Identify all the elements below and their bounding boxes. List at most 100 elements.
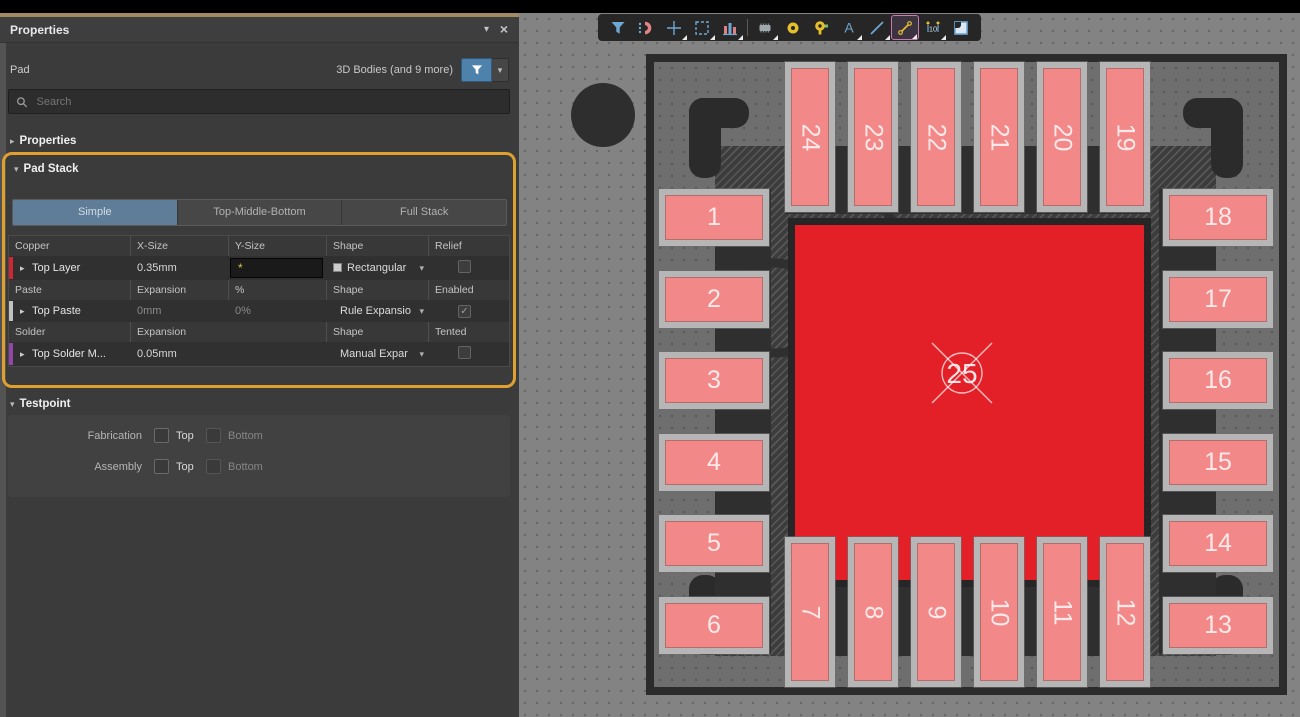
panel-close-icon[interactable]: × [500,17,508,42]
paste-percent-value[interactable]: 0% [228,300,326,322]
pad-number: 17 [1204,285,1232,314]
pad-number: 19 [1111,123,1140,151]
fabrication-bottom-checkbox[interactable] [206,428,221,443]
collapsed-arrow-icon: ▸ [10,136,15,146]
solder-expansion-value[interactable]: 0.05mm [130,342,326,366]
pad-4[interactable]: 4 [659,434,769,491]
solder-shape-select[interactable]: Manual Expar▾ [326,342,428,366]
pad-number: 5 [707,529,721,558]
filter-button[interactable] [461,58,492,82]
pad-7[interactable]: 7 [785,537,835,687]
copper-shape-select[interactable]: Rectangular▾ [326,256,428,280]
pad-number: 8 [859,605,888,619]
y-size-input[interactable]: * [230,258,323,278]
copper-top-layer-row[interactable]: ▸ Top Layer 0.35mm * Rectangular▾ [9,256,509,280]
expand-row-icon[interactable]: ▸ [20,256,25,280]
expand-row-icon[interactable]: ▸ [20,300,25,322]
tented-checkbox[interactable] [458,346,471,359]
pad-number: 18 [1204,203,1232,232]
pad-24[interactable]: 24 [785,62,835,212]
relief-checkbox[interactable] [458,260,471,273]
crosshair-guide-icon[interactable] [660,15,688,40]
window-top-strip [0,0,1300,13]
fiducial-circle [571,83,635,147]
filter-icon[interactable] [604,15,632,40]
pad-number: 6 [707,611,721,640]
pad-15[interactable]: 15 [1163,434,1273,491]
assembly-bottom-checkbox[interactable] [206,459,221,474]
filter-dropdown-button[interactable]: ▾ [492,58,509,82]
pad-number: 23 [859,123,888,151]
pad-21[interactable]: 21 [974,62,1024,212]
selection-box-icon[interactable] [688,15,716,40]
lead-strip-right [1159,189,1216,654]
paste-top-layer-row[interactable]: ▸ Top Paste 0mm 0% Rule Expansio▾ ✓ [9,300,509,322]
pad-13[interactable]: 13 [1163,597,1273,654]
enabled-checkbox[interactable]: ✓ [458,305,471,318]
pad-17[interactable]: 17 [1163,271,1273,328]
solder-header-row: Solder Expansion Shape Tented [9,322,509,342]
magnet-snap-icon[interactable] [632,15,660,40]
pad-20[interactable]: 20 [1037,62,1087,212]
dropdown-caret-icon: ▾ [419,300,424,322]
via-icon[interactable] [807,15,835,40]
lead-strip-left [715,189,771,654]
pad-8[interactable]: 8 [848,537,898,687]
pad-stack-bars-icon[interactable] [716,15,744,40]
pad-icon[interactable] [779,15,807,40]
pad-origin-marker: 25 [907,318,1017,428]
tab-top-middle-bottom[interactable]: Top-Middle-Bottom [178,200,343,225]
pad-12[interactable]: 12 [1100,537,1150,687]
pad-11[interactable]: 11 [1037,537,1087,687]
section-pad-stack[interactable]: ▾Pad Stack [14,163,79,175]
pad-number: 22 [922,123,951,151]
pad-14[interactable]: 14 [1163,515,1273,572]
fabrication-top-checkbox[interactable] [154,428,169,443]
search-box[interactable] [8,89,510,114]
region-icon[interactable] [947,15,975,40]
measure-icon[interactable] [891,15,919,40]
pad-number: 24 [796,123,825,151]
testpoint-body: Fabrication Top Bottom Assembly Top Bott… [8,415,510,497]
assembly-bottom-label: Bottom [228,459,263,475]
pad-10[interactable]: 10 [974,537,1024,687]
svg-text:10: 10 [929,24,937,33]
pad-9[interactable]: 9 [911,537,961,687]
pad-1[interactable]: 1 [659,189,769,246]
pad-23[interactable]: 23 [848,62,898,212]
tab-full-stack[interactable]: Full Stack [342,200,506,225]
dimension-icon[interactable]: 10 [919,15,947,40]
rectangle-shape-icon [333,263,342,272]
paste-shape-select[interactable]: Rule Expansio▾ [326,300,428,322]
panel-menu-caret-icon[interactable]: ▾ [484,17,489,43]
pcb-canvas[interactable]: 25 2423222120197891011121234561817161514… [519,13,1300,717]
pad-6[interactable]: 6 [659,597,769,654]
solder-top-layer-row[interactable]: ▸ Top Solder M... 0.05mm Manual Expar▾ [9,342,509,366]
component-icon[interactable] [751,15,779,40]
text-icon[interactable]: A [835,15,863,40]
assembly-top-checkbox[interactable] [154,459,169,474]
filter-scope-label[interactable]: 3D Bodies (and 9 more) [336,64,453,76]
dropdown-caret-icon: ▾ [419,342,424,366]
active-bar-toolbar[interactable]: A 10 [598,14,981,41]
pad-2[interactable]: 2 [659,271,769,328]
pad-number: 7 [796,605,825,619]
line-icon[interactable] [863,15,891,40]
section-testpoint[interactable]: ▾Testpoint [10,398,70,410]
properties-panel: Properties ▾ × Pad 3D Bodies (and 9 more… [0,13,519,717]
expand-row-icon[interactable]: ▸ [20,342,25,366]
pad-3[interactable]: 3 [659,352,769,409]
pad-19[interactable]: 19 [1100,62,1150,212]
tab-simple[interactable]: Simple [13,200,178,225]
pad-5[interactable]: 5 [659,515,769,572]
section-properties[interactable]: ▸Properties [10,135,76,147]
expanded-arrow-icon: ▾ [10,399,15,409]
x-size-value[interactable]: 0.35mm [130,256,228,280]
search-input[interactable] [35,95,502,109]
pad-number: 14 [1204,529,1232,558]
pad-16[interactable]: 16 [1163,352,1273,409]
selected-object-type: Pad [10,57,30,83]
pad-22[interactable]: 22 [911,62,961,212]
pad-18[interactable]: 18 [1163,189,1273,246]
paste-expansion-value[interactable]: 0mm [130,300,228,322]
